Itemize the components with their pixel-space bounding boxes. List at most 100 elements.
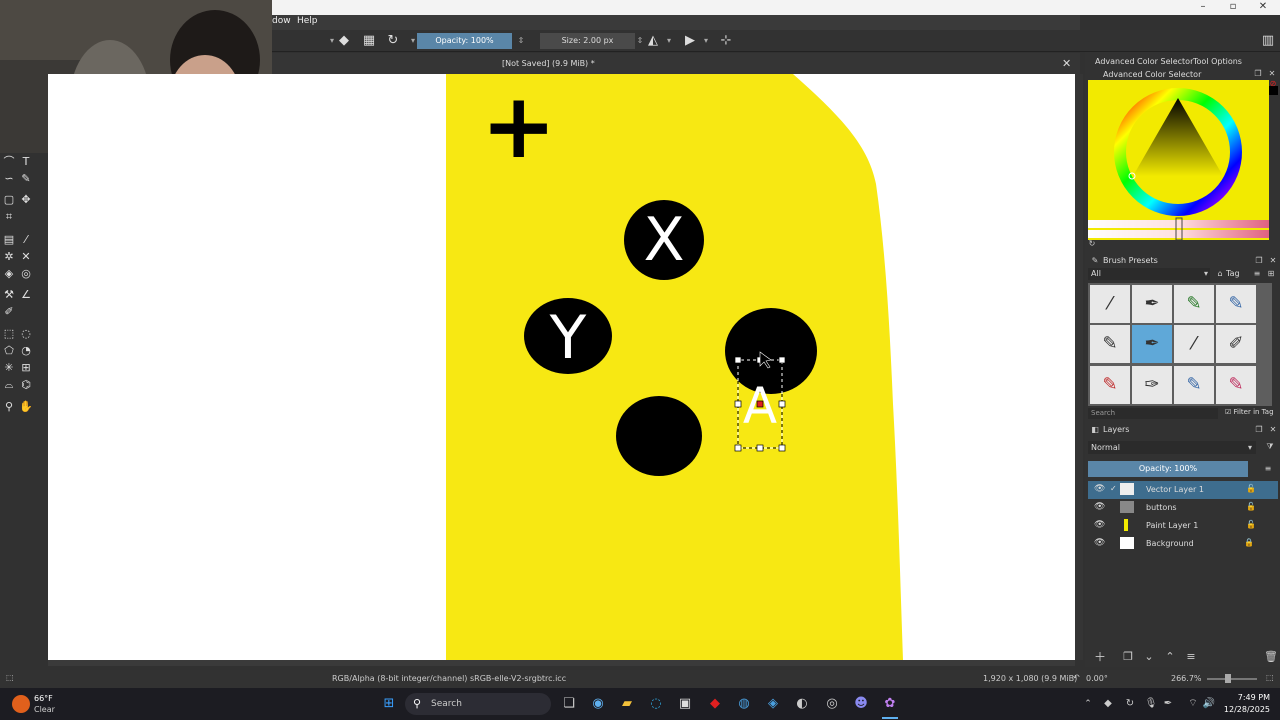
tray-sync-icon[interactable]: ↻ <box>1122 696 1138 712</box>
duplicate-layer-icon[interactable]: ❐ <box>1122 651 1134 665</box>
tag-icon[interactable]: ⌂ <box>1216 270 1224 278</box>
smart-patch-icon[interactable]: ✲ <box>2 250 16 264</box>
clock-date[interactable]: 12/28/2025 <box>1222 705 1270 714</box>
brush-preset-9[interactable]: ✎ <box>1090 365 1130 404</box>
microphone-icon[interactable]: 🎙 <box>1143 696 1159 712</box>
maximize-button[interactable]: ▫ <box>1218 0 1248 15</box>
brush-preset-selected[interactable]: ✒ <box>1132 325 1172 364</box>
clock-time[interactable]: 7:49 PM <box>1226 693 1270 702</box>
move-layer-up-icon[interactable]: ⌃ <box>1164 651 1176 665</box>
wifi-icon[interactable]: ⌔ <box>1185 696 1201 712</box>
volume-icon[interactable]: 🔊 <box>1201 696 1217 712</box>
filter-in-tag-checkbox[interactable]: ☑ Filter in Tag <box>1225 408 1274 416</box>
layer-lock-icon[interactable]: 🔓 <box>1246 484 1256 493</box>
brush-search-input[interactable]: Search <box>1088 408 1218 419</box>
fill-tool-icon[interactable]: ◈ <box>2 267 16 281</box>
canvas[interactable]: + X Y A <box>48 74 1075 660</box>
app-red-icon[interactable]: ◆ <box>707 696 723 712</box>
chrome-icon[interactable]: ◍ <box>736 696 752 712</box>
list-view-icon[interactable]: ≡ <box>1253 270 1261 278</box>
brush-preset-11[interactable]: ✎ <box>1174 365 1214 404</box>
zoom-slider[interactable] <box>1207 678 1257 680</box>
float-panel-icon[interactable]: ❐ <box>1254 70 1262 78</box>
enclose-fill-icon[interactable]: ◎ <box>19 267 33 281</box>
pan-tool-icon[interactable]: ✋ <box>19 400 33 414</box>
layer-row-background[interactable]: 👁 Background 🔒 <box>1088 535 1278 553</box>
brush-preset-7[interactable]: ⁄ <box>1174 325 1214 364</box>
outline-select-icon[interactable]: ◔ <box>19 344 33 358</box>
spin-arrows-icon[interactable]: ⇕ <box>512 32 530 50</box>
brush-preset-10[interactable]: ✑ <box>1132 365 1172 404</box>
selection-mode-icon[interactable]: ⬚ <box>6 673 14 682</box>
selected-text-object[interactable]: A <box>738 376 782 436</box>
alpha-lock-icon[interactable]: ▦ <box>360 32 378 50</box>
handle-top-left[interactable] <box>734 356 742 364</box>
measure-tool-icon[interactable]: ⚒ <box>2 288 16 302</box>
chevron-down-icon[interactable]: ▾ <box>697 32 715 50</box>
taskbar-search[interactable]: ⚲ Search <box>405 693 551 715</box>
ruler-tool-icon[interactable]: ∠ <box>19 288 33 302</box>
assistant-tool-icon[interactable]: ✕ <box>19 250 33 264</box>
close-panel-icon[interactable]: ✕ <box>1268 70 1276 78</box>
close-panel-icon[interactable]: ✕ <box>1269 257 1277 265</box>
windows-start-icon[interactable]: ⊞ <box>381 696 397 712</box>
layer-row-paint[interactable]: 👁 Paint Layer 1 🔓 <box>1088 517 1278 535</box>
add-layer-icon[interactable]: ＋ <box>1094 651 1106 665</box>
filter-icon[interactable]: ⧩ <box>1266 443 1274 451</box>
calligraphy-tool-icon[interactable]: ✎ <box>19 172 33 186</box>
app-blue-icon[interactable]: ◈ <box>765 696 781 712</box>
krita-icon[interactable]: ✿ <box>882 696 898 712</box>
store-icon[interactable]: ▣ <box>677 696 693 712</box>
ellipse-select-icon[interactable]: ◌ <box>19 327 33 341</box>
tab-advanced-color-selector[interactable]: Advanced Color Selector <box>1095 57 1193 66</box>
layer-row-buttons[interactable]: 👁 buttons 🔓 <box>1088 499 1278 517</box>
import-icon[interactable]: ⊞ <box>1267 270 1275 278</box>
chevron-down-icon[interactable]: ▾ <box>660 32 678 50</box>
layer-row-vector[interactable]: 👁 ✓ Vector Layer 1 🔓 <box>1088 481 1278 499</box>
similar-select-icon[interactable]: ⊞ <box>19 361 33 375</box>
rotate-icon[interactable]: ↶ <box>1073 673 1080 682</box>
tag-label[interactable]: Tag <box>1226 269 1240 278</box>
brush-preset-1[interactable]: ⁄ <box>1090 285 1130 323</box>
brush-preset-5[interactable]: ✎ <box>1090 325 1130 364</box>
close-panel-icon[interactable]: ✕ <box>1269 426 1277 434</box>
tray-app-icon[interactable]: ◆ <box>1100 696 1116 712</box>
document-tab[interactable]: [Not Saved] (9.9 MiB) * ✕ <box>272 53 1080 74</box>
edge-browser-icon[interactable]: ◌ <box>648 696 664 712</box>
task-view-icon[interactable]: ❏ <box>561 696 577 712</box>
blend-mode-select[interactable]: Normal <box>1088 441 1256 454</box>
opacity-slider[interactable]: Opacity: 100% <box>417 33 512 49</box>
discord-icon[interactable]: ☻ <box>853 696 869 712</box>
chevron-up-icon[interactable]: ⌃ <box>1080 696 1096 712</box>
freehand-path-tool-icon[interactable]: ∽ <box>2 172 16 186</box>
layer-menu-icon[interactable]: ≡ <box>1264 465 1272 473</box>
tab-tool-options[interactable]: Tool Options <box>1193 57 1242 66</box>
close-window-button[interactable]: ✕ <box>1248 0 1278 15</box>
bezier-tool-icon[interactable]: ⌒ <box>2 155 16 169</box>
rect-select-icon[interactable]: ⬚ <box>2 327 16 341</box>
handle-bottom-left[interactable] <box>734 444 742 452</box>
visibility-eye-icon[interactable]: 👁 <box>1094 484 1105 494</box>
float-panel-icon[interactable]: ❐ <box>1255 426 1263 434</box>
pen-icon[interactable]: ✒ <box>1160 696 1176 712</box>
steam-icon[interactable]: ◐ <box>794 696 810 712</box>
crop-tool-icon[interactable]: ⌗ <box>2 210 16 224</box>
horizontal-scrollbar[interactable] <box>48 660 1075 666</box>
bezier-select-icon[interactable]: ⌓ <box>2 378 16 392</box>
brush-preset-3[interactable]: ✎ <box>1174 285 1214 323</box>
transform-tool-icon[interactable]: ▢ <box>2 193 16 207</box>
fit-view-icon[interactable]: ⬚ <box>1266 673 1274 682</box>
layer-properties-icon[interactable]: ≡ <box>1185 651 1197 665</box>
visibility-eye-icon[interactable]: 👁 <box>1094 502 1105 512</box>
brush-preset-8[interactable]: ✐ <box>1216 325 1256 364</box>
color-selector[interactable] <box>1088 80 1269 241</box>
brush-preset-2[interactable]: ✒ <box>1132 285 1172 323</box>
gradient-tool-icon[interactable]: ▤ <box>2 233 16 247</box>
visibility-eye-icon[interactable]: 👁 <box>1094 520 1105 530</box>
copilot-icon[interactable]: ◉ <box>590 696 606 712</box>
move-tool-icon[interactable]: ✥ <box>19 193 33 207</box>
visibility-eye-icon[interactable]: 👁 <box>1094 538 1105 548</box>
size-slider[interactable]: Size: 2.00 px <box>540 33 635 49</box>
vertical-scrollbar[interactable] <box>1075 74 1083 660</box>
color-wheel[interactable] <box>1088 80 1269 241</box>
